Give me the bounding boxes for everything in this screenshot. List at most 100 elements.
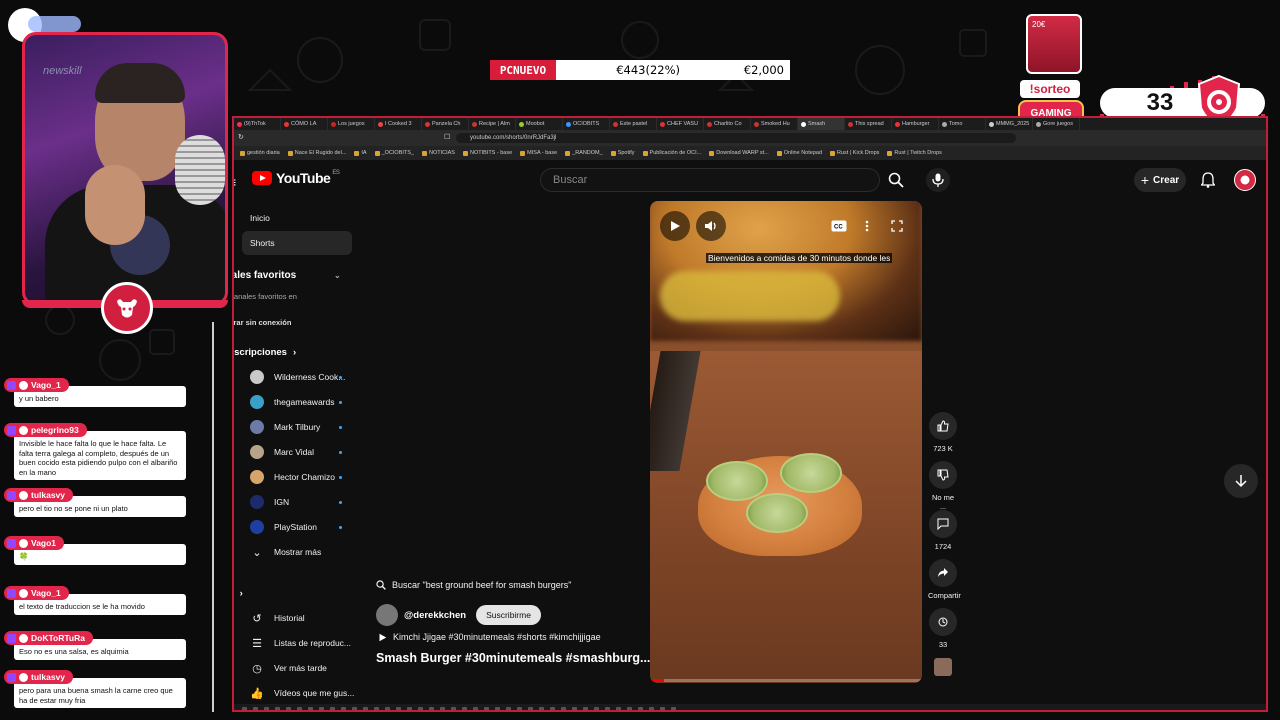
taskbar-app-icon[interactable]	[517, 706, 522, 710]
browser-tab[interactable]: MMMG_2025	[986, 118, 1033, 130]
chevron-down-icon[interactable]: ⌄	[334, 271, 341, 280]
taskbar-app-icon[interactable]	[671, 706, 676, 710]
browser-tab[interactable]: Tomo	[939, 118, 986, 130]
taskbar-app-icon[interactable]	[638, 706, 643, 710]
menu-icon[interactable]: ≡	[234, 174, 236, 190]
bookmark-item[interactable]: Download WARP st...	[709, 150, 769, 156]
comments-button[interactable]: 1724	[928, 510, 958, 551]
chat-username[interactable]: Vago_1	[4, 586, 69, 600]
sidebar-item-home[interactable]: Inicio	[242, 206, 352, 230]
taskbar-app-icon[interactable]	[341, 706, 346, 710]
sidebar-item-channel[interactable]: Marc Vidal	[242, 440, 352, 464]
voice-search-icon[interactable]	[926, 168, 950, 192]
browser-tab[interactable]: Los juegos	[328, 118, 375, 130]
offline-link[interactable]: Mostrar sin conexión	[234, 318, 291, 327]
taskbar-app-icon[interactable]	[275, 706, 280, 710]
browser-tab[interactable]: OCIOBITS	[563, 118, 610, 130]
fullscreen-icon[interactable]	[884, 213, 910, 239]
taskbar-app-icon[interactable]	[286, 706, 291, 710]
browser-tab[interactable]: Hamburger	[892, 118, 939, 130]
taskbar-app-icon[interactable]	[473, 706, 478, 710]
subscribe-button[interactable]: Suscribirme	[476, 605, 541, 625]
taskbar-app-icon[interactable]	[374, 706, 379, 710]
search-input[interactable]: Buscar	[540, 168, 880, 192]
sidebar-item-history[interactable]: ↺ Historial	[242, 606, 352, 630]
taskbar-app-icon[interactable]	[451, 706, 456, 710]
taskbar-app-icon[interactable]	[583, 706, 588, 710]
bookmark-item[interactable]: Rust | Twitch Drops	[887, 150, 942, 156]
taskbar-app-icon[interactable]	[506, 706, 511, 710]
bookmark-item[interactable]: MISA - base	[520, 150, 557, 156]
chat-username[interactable]: tulkasvy	[4, 488, 74, 502]
browser-tab[interactable]: Gore juegos	[1033, 118, 1080, 130]
user-avatar[interactable]	[1234, 169, 1256, 191]
play-button[interactable]	[660, 211, 690, 241]
sidebar-item-channel[interactable]: thegameawards	[242, 390, 352, 414]
browser-tab[interactable]: I Cooked 3	[375, 118, 422, 130]
refresh-icon[interactable]: ↻	[238, 133, 244, 141]
taskbar-app-icon[interactable]	[418, 706, 423, 710]
taskbar-app-icon[interactable]	[462, 706, 467, 710]
search-suggestion[interactable]: Buscar "best ground beef for smash burge…	[376, 580, 571, 590]
sidebar-item-playlists[interactable]: ☰ Listas de reproduc...	[242, 631, 352, 655]
share-button[interactable]: Compartir	[928, 559, 961, 600]
bookmark-item[interactable]: NOTIBITS - base	[462, 150, 512, 156]
video-progress[interactable]	[650, 679, 922, 682]
bookmark-item[interactable]: Online Notepad	[776, 150, 822, 156]
taskbar-app-icon[interactable]	[253, 706, 258, 710]
browser-tab[interactable]: Smash	[798, 118, 845, 130]
sidebar-item-shorts[interactable]: Shorts	[242, 231, 352, 255]
taskbar-app-icon[interactable]	[407, 706, 412, 710]
taskbar-app-icon[interactable]	[319, 706, 324, 710]
chat-username[interactable]: tulkasvy	[4, 670, 74, 684]
taskbar-app-icon[interactable]	[396, 706, 401, 710]
bookmark-item[interactable]: Publicación de OCI...	[642, 150, 701, 156]
remix-button[interactable]: 33	[928, 608, 958, 649]
taskbar-app-icon[interactable]	[330, 706, 335, 710]
url-field[interactable]: youtube.com/shorts/0nrRJdFa3jl	[456, 133, 1016, 143]
bookmark-item[interactable]: Spotify	[610, 150, 635, 156]
browser-tab[interactable]: CHEF VASU	[657, 118, 704, 130]
taskbar-app-icon[interactable]	[264, 706, 269, 710]
channel-avatar[interactable]	[376, 604, 398, 626]
taskbar-app-icon[interactable]	[385, 706, 390, 710]
sound-thumbnail[interactable]	[928, 658, 958, 676]
browser-tab[interactable]: Este pastel	[610, 118, 657, 130]
subscriptions-heading[interactable]: Suscripciones ›	[234, 347, 296, 358]
chat-username[interactable]: DoKToRTuRa	[4, 631, 93, 645]
taskbar-app-icon[interactable]	[616, 706, 621, 710]
taskbar-app-icon[interactable]	[495, 706, 500, 710]
taskbar-app-icon[interactable]	[528, 706, 533, 710]
captions-icon[interactable]: CC	[826, 213, 852, 239]
bookmark-item[interactable]: Rust | Kick Drops	[830, 150, 879, 156]
next-video-button[interactable]	[1224, 464, 1258, 498]
channel-name[interactable]: @derekkchen	[404, 610, 466, 621]
bookmark-item[interactable]: NOTICIAS	[422, 150, 455, 156]
you-heading[interactable]: Tú ›	[234, 588, 243, 599]
taskbar-app-icon[interactable]	[484, 706, 489, 710]
music-row[interactable]: Kimchi Jjigae #30minutemeals #shorts #ki…	[378, 632, 601, 642]
chat-username[interactable]: Vago_1	[4, 378, 69, 392]
chat-username[interactable]: Vago1	[4, 536, 65, 550]
bookmark-item[interactable]: IA	[354, 150, 367, 156]
sidebar-item-channel[interactable]: IGN	[242, 490, 352, 514]
sidebar-item-liked[interactable]: 👍 Vídeos que me gus...	[242, 681, 354, 705]
taskbar-app-icon[interactable]	[440, 706, 445, 710]
taskbar-app-icon[interactable]	[242, 706, 247, 710]
more-options-icon[interactable]	[854, 213, 880, 239]
browser-tab[interactable]: Charlito Co	[704, 118, 751, 130]
bookmark-item[interactable]: Nace El Rugido del...	[287, 150, 346, 156]
browser-tab[interactable]: This spread	[845, 118, 892, 130]
taskbar-app-icon[interactable]	[363, 706, 368, 710]
dislike-button[interactable]: No me ...	[928, 461, 958, 511]
taskbar-app-icon[interactable]	[649, 706, 654, 710]
favorites-heading[interactable]: anales favoritos ⌄	[234, 270, 341, 281]
sidebar-item-channel[interactable]: Mark Tilbury	[242, 415, 352, 439]
like-button[interactable]: 723 K	[928, 412, 958, 453]
taskbar-app-icon[interactable]	[539, 706, 544, 710]
browser-tab[interactable]: Moobot	[516, 118, 563, 130]
taskbar-app-icon[interactable]	[550, 706, 555, 710]
chat-username[interactable]: pelegrino93	[4, 423, 87, 437]
create-button[interactable]: + Crear	[1134, 168, 1186, 192]
taskbar-app-icon[interactable]	[594, 706, 599, 710]
